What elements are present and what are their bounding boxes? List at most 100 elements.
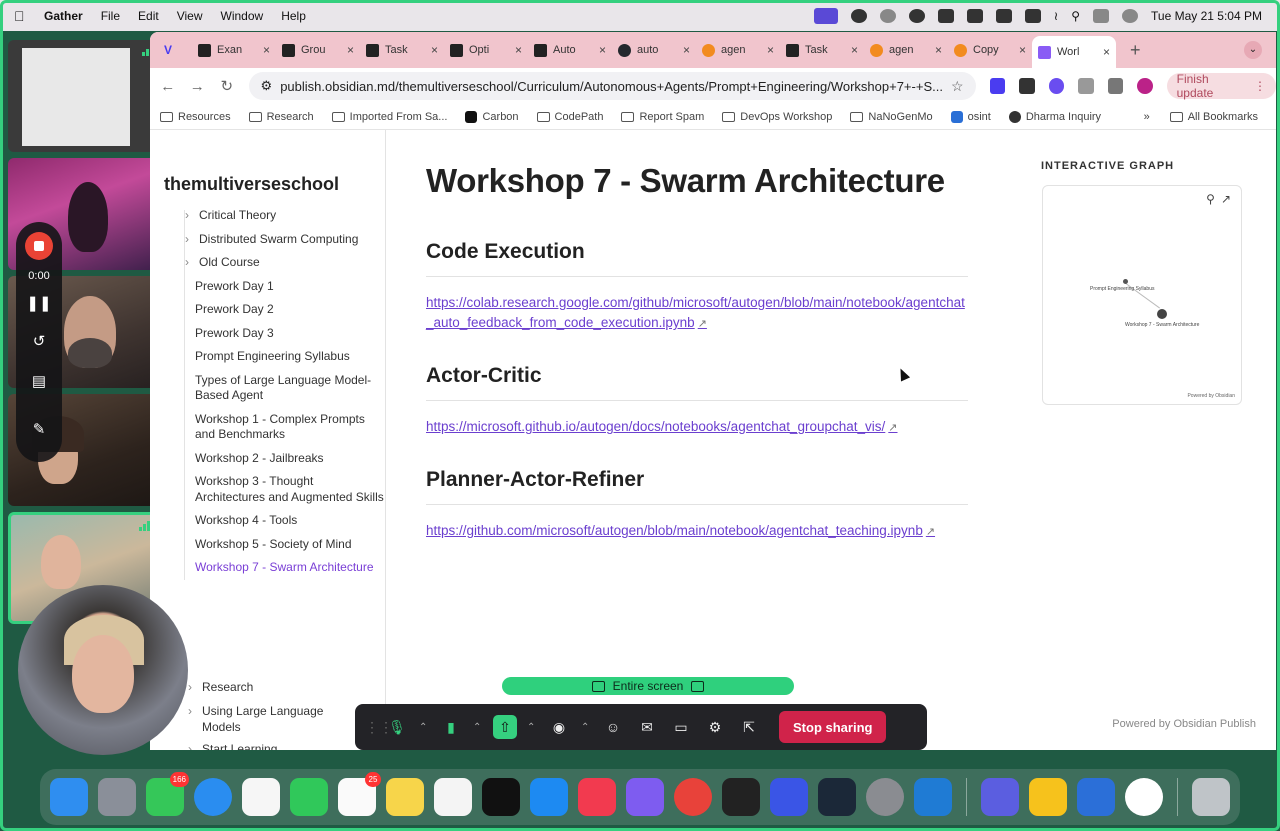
section-link[interactable]: https://github.com/microsoft/autogen/blo… [426,521,971,542]
bookmark[interactable]: DevOps Workshop [722,111,832,123]
bookmark[interactable]: Dharma Inquiry [1008,110,1101,123]
finder-icon[interactable] [50,778,88,816]
section-link[interactable]: https://colab.research.google.com/github… [426,293,971,334]
new-tab-button[interactable]: + [1130,40,1141,61]
graph-node[interactable] [1123,279,1128,284]
nav-group[interactable]: Old Course [185,251,384,275]
hide-screen-icon[interactable]: ▭ [669,715,693,739]
extension-icon[interactable] [1019,78,1035,94]
pencil-icon[interactable]: ✎ [16,420,62,438]
close-icon[interactable]: × [683,43,690,57]
bookmark[interactable]: osint [950,110,991,123]
apple-tv-icon[interactable] [482,778,520,816]
powered-by-publish[interactable]: Powered by Obsidian Publish [1112,718,1256,730]
self-view-bubble[interactable] [18,585,188,755]
nav-item[interactable]: Workshop 3 - Thought Architectures and A… [185,470,384,509]
wifi-icon[interactable]: ≀ [1054,9,1059,23]
screen-app-icon[interactable] [1077,778,1115,816]
bookmark[interactable]: Report Spam [621,111,704,123]
tab[interactable]: Task × [780,36,864,64]
extension-icon[interactable] [1048,78,1065,94]
linear-icon[interactable] [981,778,1019,816]
freeform-icon[interactable] [434,778,472,816]
tab-pinned[interactable]: V [158,36,192,64]
bookmark[interactable]: Imported From Sa... [331,111,447,123]
nav-group[interactable]: Distributed Swarm Computing [185,228,384,252]
app-menu-name[interactable]: Gather [44,9,83,23]
nav-item[interactable]: Prework Day 1 [185,275,384,299]
control-center-icon[interactable] [1093,8,1110,23]
nav-item[interactable]: Workshop 2 - Jailbreaks [185,447,384,471]
menu-view[interactable]: View [177,9,203,23]
video-tile-screen[interactable] [8,40,160,152]
close-icon[interactable]: × [515,43,522,57]
all-bookmarks[interactable]: All Bookmarks [1169,111,1258,123]
battery-icon[interactable] [1024,8,1041,23]
tab[interactable]: Task × [360,36,444,64]
camera-icon[interactable]: ▮ [439,715,463,739]
drag-handle-icon[interactable]: ⋮⋮ [365,719,393,736]
stop-recording-button[interactable] [25,232,53,260]
extension-icon[interactable] [989,78,1006,94]
tab[interactable]: Opti × [444,36,528,64]
address-bar[interactable]: ⚙ publish.obsidian.md/themultiverseschoo… [248,72,976,100]
close-icon[interactable]: × [767,43,774,57]
nav-item[interactable]: Workshop 1 - Complex Prompts and Benchma… [185,408,384,447]
stop-sharing-button[interactable]: Stop sharing [779,711,887,743]
system-settings-icon[interactable] [866,778,904,816]
bookmark[interactable]: NaNoGenMo [850,111,933,123]
photos-icon[interactable] [242,778,280,816]
status-icon[interactable] [879,8,896,23]
link-text[interactable]: https://microsoft.github.io/autogen/docs… [426,419,885,434]
site-title[interactable]: themultiverseschool [164,174,339,195]
obsidian-icon[interactable] [626,778,664,816]
settings-gear-icon[interactable]: ⚙ [703,715,727,739]
menu-file[interactable]: File [101,9,120,23]
openai-status-icon[interactable] [908,8,925,23]
siri-icon[interactable] [1122,8,1139,23]
trash-icon[interactable]: ▤ [16,372,62,390]
chevron-up-icon[interactable]: ⌃ [527,722,537,733]
graph-global-icon[interactable]: ⚲ [1206,192,1215,206]
nav-item[interactable]: Prompt Engineering Syllabus [185,345,384,369]
close-icon[interactable]: × [1103,45,1110,59]
apple-icon[interactable]:  [14,8,34,24]
nav-item[interactable]: Workshop 4 - Tools [185,509,384,533]
sharing-indicator[interactable]: Entire screen [502,677,794,695]
close-icon[interactable]: × [1019,43,1026,57]
close-icon[interactable]: × [263,43,270,57]
menu-window[interactable]: Window [221,9,264,23]
reload-icon[interactable]: ↻ [219,77,235,95]
tab-search-icon[interactable]: ⌄ [1244,41,1262,59]
tab[interactable]: Auto × [528,36,612,64]
link-text[interactable]: https://colab.research.google.com/github… [426,295,965,330]
messages-icon[interactable]: 166 [146,772,189,816]
menu-clock[interactable]: Tue May 21 5:04 PM [1151,9,1262,23]
bookmark-star-icon[interactable]: ☆ [951,78,964,95]
nav-group-start[interactable]: Start Learning [188,742,277,750]
tab[interactable]: auto × [612,36,696,64]
terminal-icon[interactable] [722,778,760,816]
menu-help[interactable]: Help [281,9,306,23]
bookmark[interactable]: CodePath [536,111,603,123]
screen-share-icon[interactable] [813,7,838,24]
search-icon[interactable]: ⚲ [1071,9,1080,23]
nav-item[interactable]: Workshop 5 - Society of Mind [185,533,384,557]
nav-group-llm[interactable]: Using Large Language Models [188,704,352,735]
launchpad-icon[interactable] [98,778,136,816]
link-text[interactable]: https://github.com/microsoft/autogen/blo… [426,523,923,538]
record-icon[interactable]: ◉ [547,715,571,739]
news-icon[interactable] [578,778,616,816]
tab[interactable]: agen × [696,36,780,64]
screen-share-icon[interactable]: ⇧ [493,715,517,739]
forward-icon[interactable]: → [190,78,206,95]
tab-active[interactable]: Worl × [1032,36,1116,68]
emoji-icon[interactable]: ☺ [601,715,625,739]
interactive-graph[interactable]: ⚲ ↗ Prompt Engineering Syllabus Workshop… [1042,185,1242,405]
expand-icon[interactable]: ↗ [1221,192,1231,206]
bookmark[interactable]: Carbon [465,110,519,123]
bee-icon[interactable] [1029,778,1067,816]
microphone-icon[interactable]: 🎙 [385,715,409,739]
chat-icon[interactable]: ✉ [635,715,659,739]
site-info-icon[interactable]: ⚙ [261,78,273,94]
